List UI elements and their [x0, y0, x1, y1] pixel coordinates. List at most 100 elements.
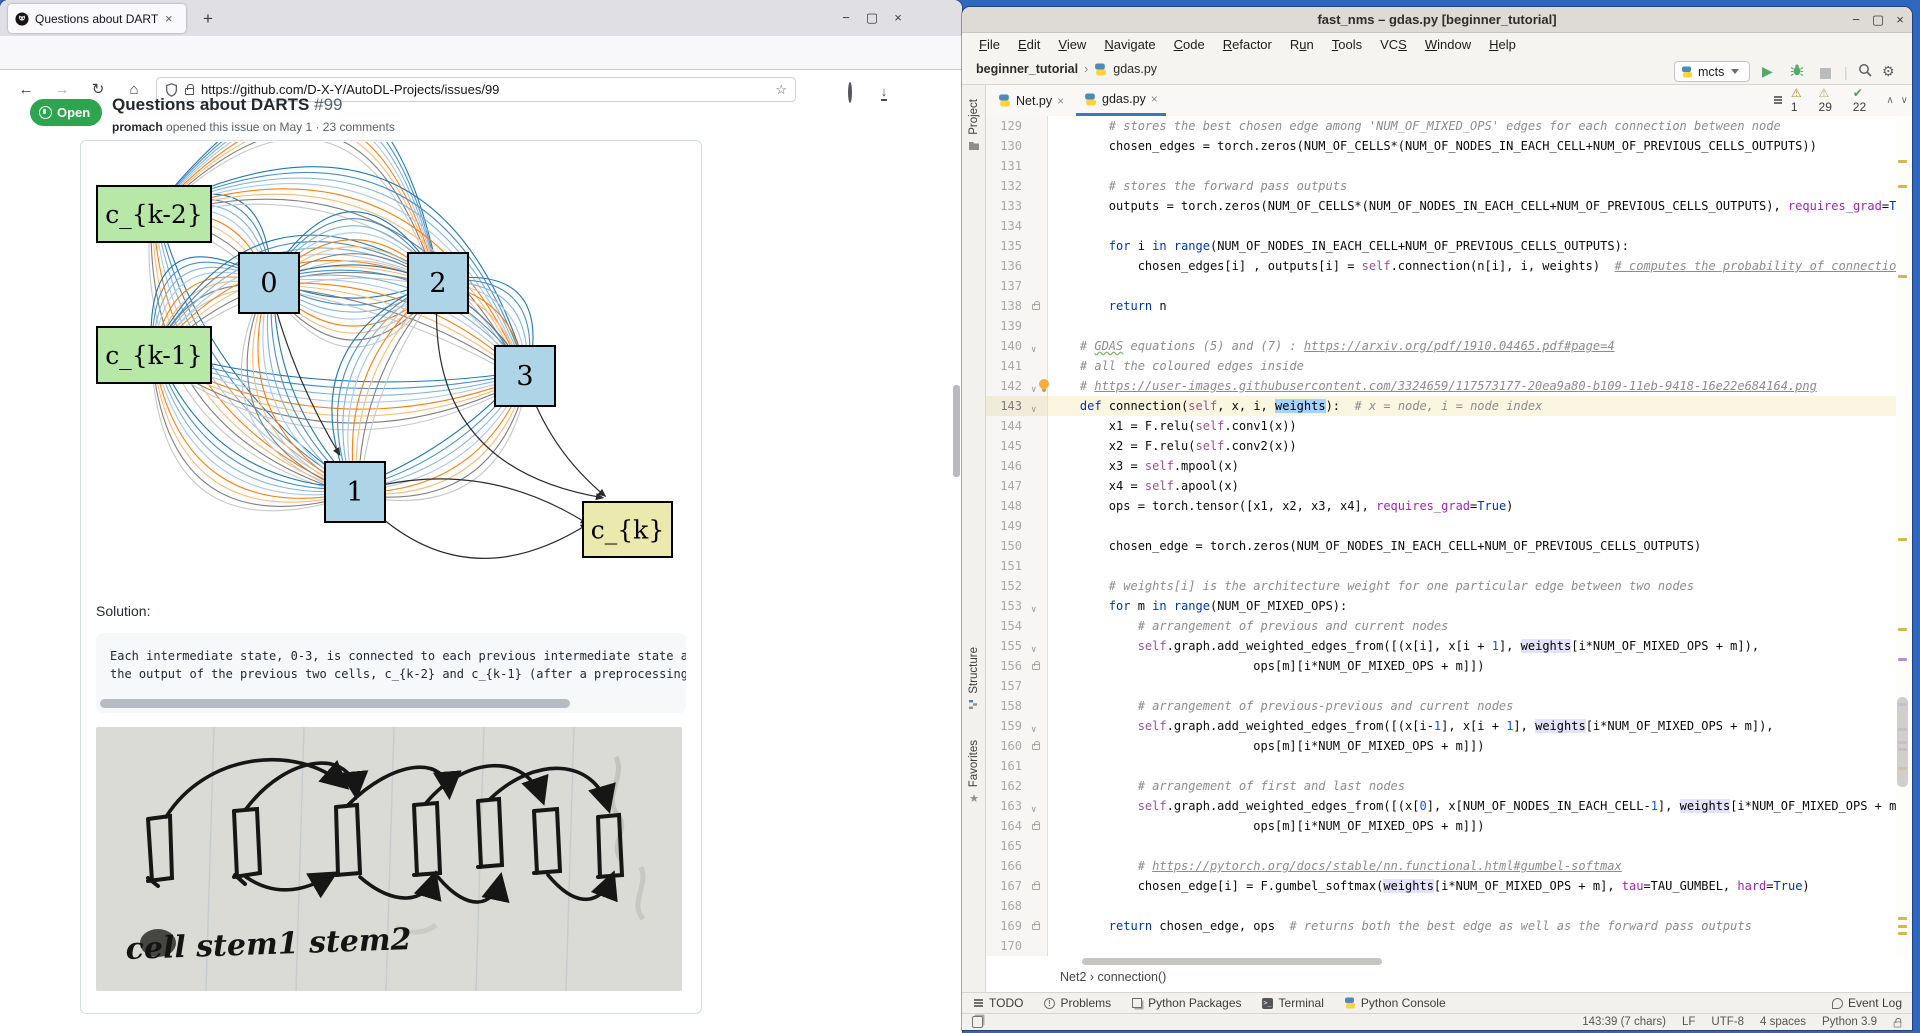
gutter-icon-area[interactable] — [1026, 416, 1048, 436]
line-number[interactable]: 169 — [986, 916, 1026, 936]
gutter-icon-area[interactable] — [1026, 216, 1048, 236]
error-indicator[interactable]: ⚠ 1 — [1791, 86, 1812, 114]
code-line-139[interactable]: 139 — [986, 316, 1896, 336]
sidebar-item-structure[interactable]: Structure — [962, 647, 986, 710]
gutter-icon-area[interactable] — [1026, 136, 1048, 156]
code-line-145[interactable]: 145 x2 = F.relu(self.conv2(x)) — [986, 436, 1896, 456]
line-number[interactable]: 141 — [986, 356, 1026, 376]
stripe-mark[interactable] — [1898, 160, 1907, 163]
code-line-157[interactable]: 157 — [986, 676, 1896, 696]
tab-close-icon[interactable]: × — [1057, 94, 1064, 108]
issue-author[interactable]: promach — [112, 120, 163, 134]
line-number[interactable]: 152 — [986, 576, 1026, 596]
page-scrollbar[interactable] — [953, 385, 960, 477]
stop-button[interactable] — [1820, 66, 1831, 82]
editor-hscrollbar[interactable] — [1082, 958, 1382, 965]
menu-icon[interactable] — [908, 87, 932, 109]
gutter-icon-area[interactable] — [1026, 316, 1048, 336]
menu-window[interactable]: Window — [1416, 33, 1480, 57]
gutter-icon-area[interactable] — [1026, 836, 1048, 856]
gutter-icon-area[interactable] — [1026, 556, 1048, 576]
gutter-icon-area[interactable] — [1026, 676, 1048, 696]
stripe-mark[interactable] — [1898, 658, 1907, 661]
toolwindow-problems[interactable]: !Problems — [1043, 996, 1111, 1010]
line-number[interactable]: 145 — [986, 436, 1026, 456]
search-everywhere-button[interactable] — [1858, 63, 1872, 80]
browser-tab[interactable]: Questions about DARTS · I × — [8, 4, 186, 33]
line-number[interactable]: 160 — [986, 736, 1026, 756]
line-number[interactable]: 134 — [986, 216, 1026, 236]
forward-icon[interactable]: → — [50, 79, 74, 101]
menu-view[interactable]: View — [1049, 33, 1095, 57]
editor-tab-gdas.py[interactable]: gdas.py× — [1076, 85, 1166, 116]
line-separator[interactable]: LF — [1682, 1016, 1695, 1028]
maximize-icon[interactable]: ▢ — [1868, 11, 1888, 29]
gutter-icon-area[interactable] — [1026, 476, 1048, 496]
toolwindow-python-packages[interactable]: Python Packages — [1131, 996, 1241, 1010]
ok-indicator[interactable]: ✔ 22 — [1853, 86, 1880, 114]
code-line-166[interactable]: 166 # https://pytorch.org/docs/stable/nn… — [986, 856, 1896, 876]
stripe-mark[interactable] — [1898, 538, 1907, 541]
code-line-155[interactable]: 155∨ self.graph.add_weighted_edges_from(… — [986, 636, 1896, 656]
line-number[interactable]: 138 — [986, 296, 1026, 316]
code-line-143[interactable]: 143∨ def connection(self, x, i, weights)… — [986, 396, 1896, 416]
gutter-icon-area[interactable] — [1026, 516, 1048, 536]
code-line-142[interactable]: 142∨ # https://user-images.githubusercon… — [986, 376, 1896, 396]
code-line-138[interactable]: 138 return n — [986, 296, 1896, 316]
run-button[interactable]: ▶ — [1762, 63, 1773, 79]
close-icon[interactable]: × — [888, 9, 908, 27]
event-log-button[interactable]: Event Log — [1832, 996, 1902, 1010]
toolwindow-terminal[interactable]: >_Terminal — [1262, 996, 1324, 1010]
line-number[interactable]: 166 — [986, 856, 1026, 876]
code-line-136[interactable]: 136 chosen_edges[i] , outputs[i] = self.… — [986, 256, 1896, 276]
gutter-icon-area[interactable] — [1026, 236, 1048, 256]
menu-run[interactable]: Run — [1281, 33, 1323, 57]
code-block-scrollbar[interactable] — [100, 699, 570, 708]
code-line-137[interactable]: 137 — [986, 276, 1896, 296]
error-stripe[interactable] — [1896, 116, 1910, 956]
inspections-widget[interactable]: ⚠ 1 ⚠ 29 ✔ 22 ∧ ∨ — [1768, 90, 1912, 110]
menu-help[interactable]: Help — [1480, 33, 1525, 57]
gutter-icon-area[interactable] — [1026, 356, 1048, 376]
code-editor[interactable]: 129 # stores the best chosen edge among … — [986, 116, 1896, 956]
sidebar-item-project[interactable]: Project — [962, 99, 986, 151]
line-number[interactable]: 167 — [986, 876, 1026, 896]
warning-indicator[interactable]: ⚠ 29 — [1819, 86, 1846, 114]
toolwindow-todo[interactable]: TODO — [972, 996, 1023, 1010]
line-number[interactable]: 147 — [986, 476, 1026, 496]
breadcrumb-file[interactable]: gdas.py — [1113, 62, 1157, 76]
code-line-167[interactable]: 167 chosen_edge[i] = F.gumbel_softmax(we… — [986, 876, 1896, 896]
line-number[interactable]: 151 — [986, 556, 1026, 576]
code-line-131[interactable]: 131 — [986, 156, 1896, 176]
code-line-148[interactable]: 148 ops = torch.tensor([x1, x2, x3, x4],… — [986, 496, 1896, 516]
next-problem-icon[interactable]: ∨ — [1901, 95, 1908, 106]
gutter-icon-area[interactable] — [1026, 156, 1048, 176]
line-number[interactable]: 163 — [986, 796, 1026, 816]
maximize-icon[interactable]: ▢ — [862, 9, 882, 27]
line-number[interactable]: 132 — [986, 176, 1026, 196]
minimize-icon[interactable]: − — [836, 9, 856, 27]
stripe-mark[interactable] — [1898, 917, 1907, 920]
downloads-icon[interactable]: ↓ — [872, 81, 896, 103]
line-number[interactable]: 170 — [986, 936, 1026, 956]
gutter-icon-area[interactable] — [1026, 436, 1048, 456]
code-line-169[interactable]: 169 return chosen_edge, ops # returns bo… — [986, 916, 1896, 936]
line-number[interactable]: 158 — [986, 696, 1026, 716]
code-line-144[interactable]: 144 x1 = F.relu(self.conv1(x)) — [986, 416, 1896, 436]
gutter-icon-area[interactable]: ∨ — [1026, 596, 1048, 616]
menu-edit[interactable]: Edit — [1009, 33, 1049, 57]
menu-code[interactable]: Code — [1165, 33, 1214, 57]
code-line-135[interactable]: 135 for i in range(NUM_OF_NODES_IN_EACH_… — [986, 236, 1896, 256]
gutter-icon-area[interactable] — [1026, 296, 1048, 316]
run-config-selector[interactable]: mcts — [1674, 61, 1750, 82]
gutter-icon-area[interactable]: ∨ — [1026, 716, 1048, 736]
line-number[interactable]: 153 — [986, 596, 1026, 616]
line-number[interactable]: 142 — [986, 376, 1026, 396]
gutter-icon-area[interactable] — [1026, 756, 1048, 776]
gutter-icon-area[interactable]: ∨ — [1026, 636, 1048, 656]
tab-close-icon[interactable]: × — [1151, 92, 1158, 106]
code-line-162[interactable]: 162 # arrangement of first and last node… — [986, 776, 1896, 796]
gutter-icon-area[interactable] — [1026, 856, 1048, 876]
stripe-mark[interactable] — [1898, 925, 1907, 928]
file-encoding[interactable]: UTF-8 — [1711, 1016, 1744, 1028]
